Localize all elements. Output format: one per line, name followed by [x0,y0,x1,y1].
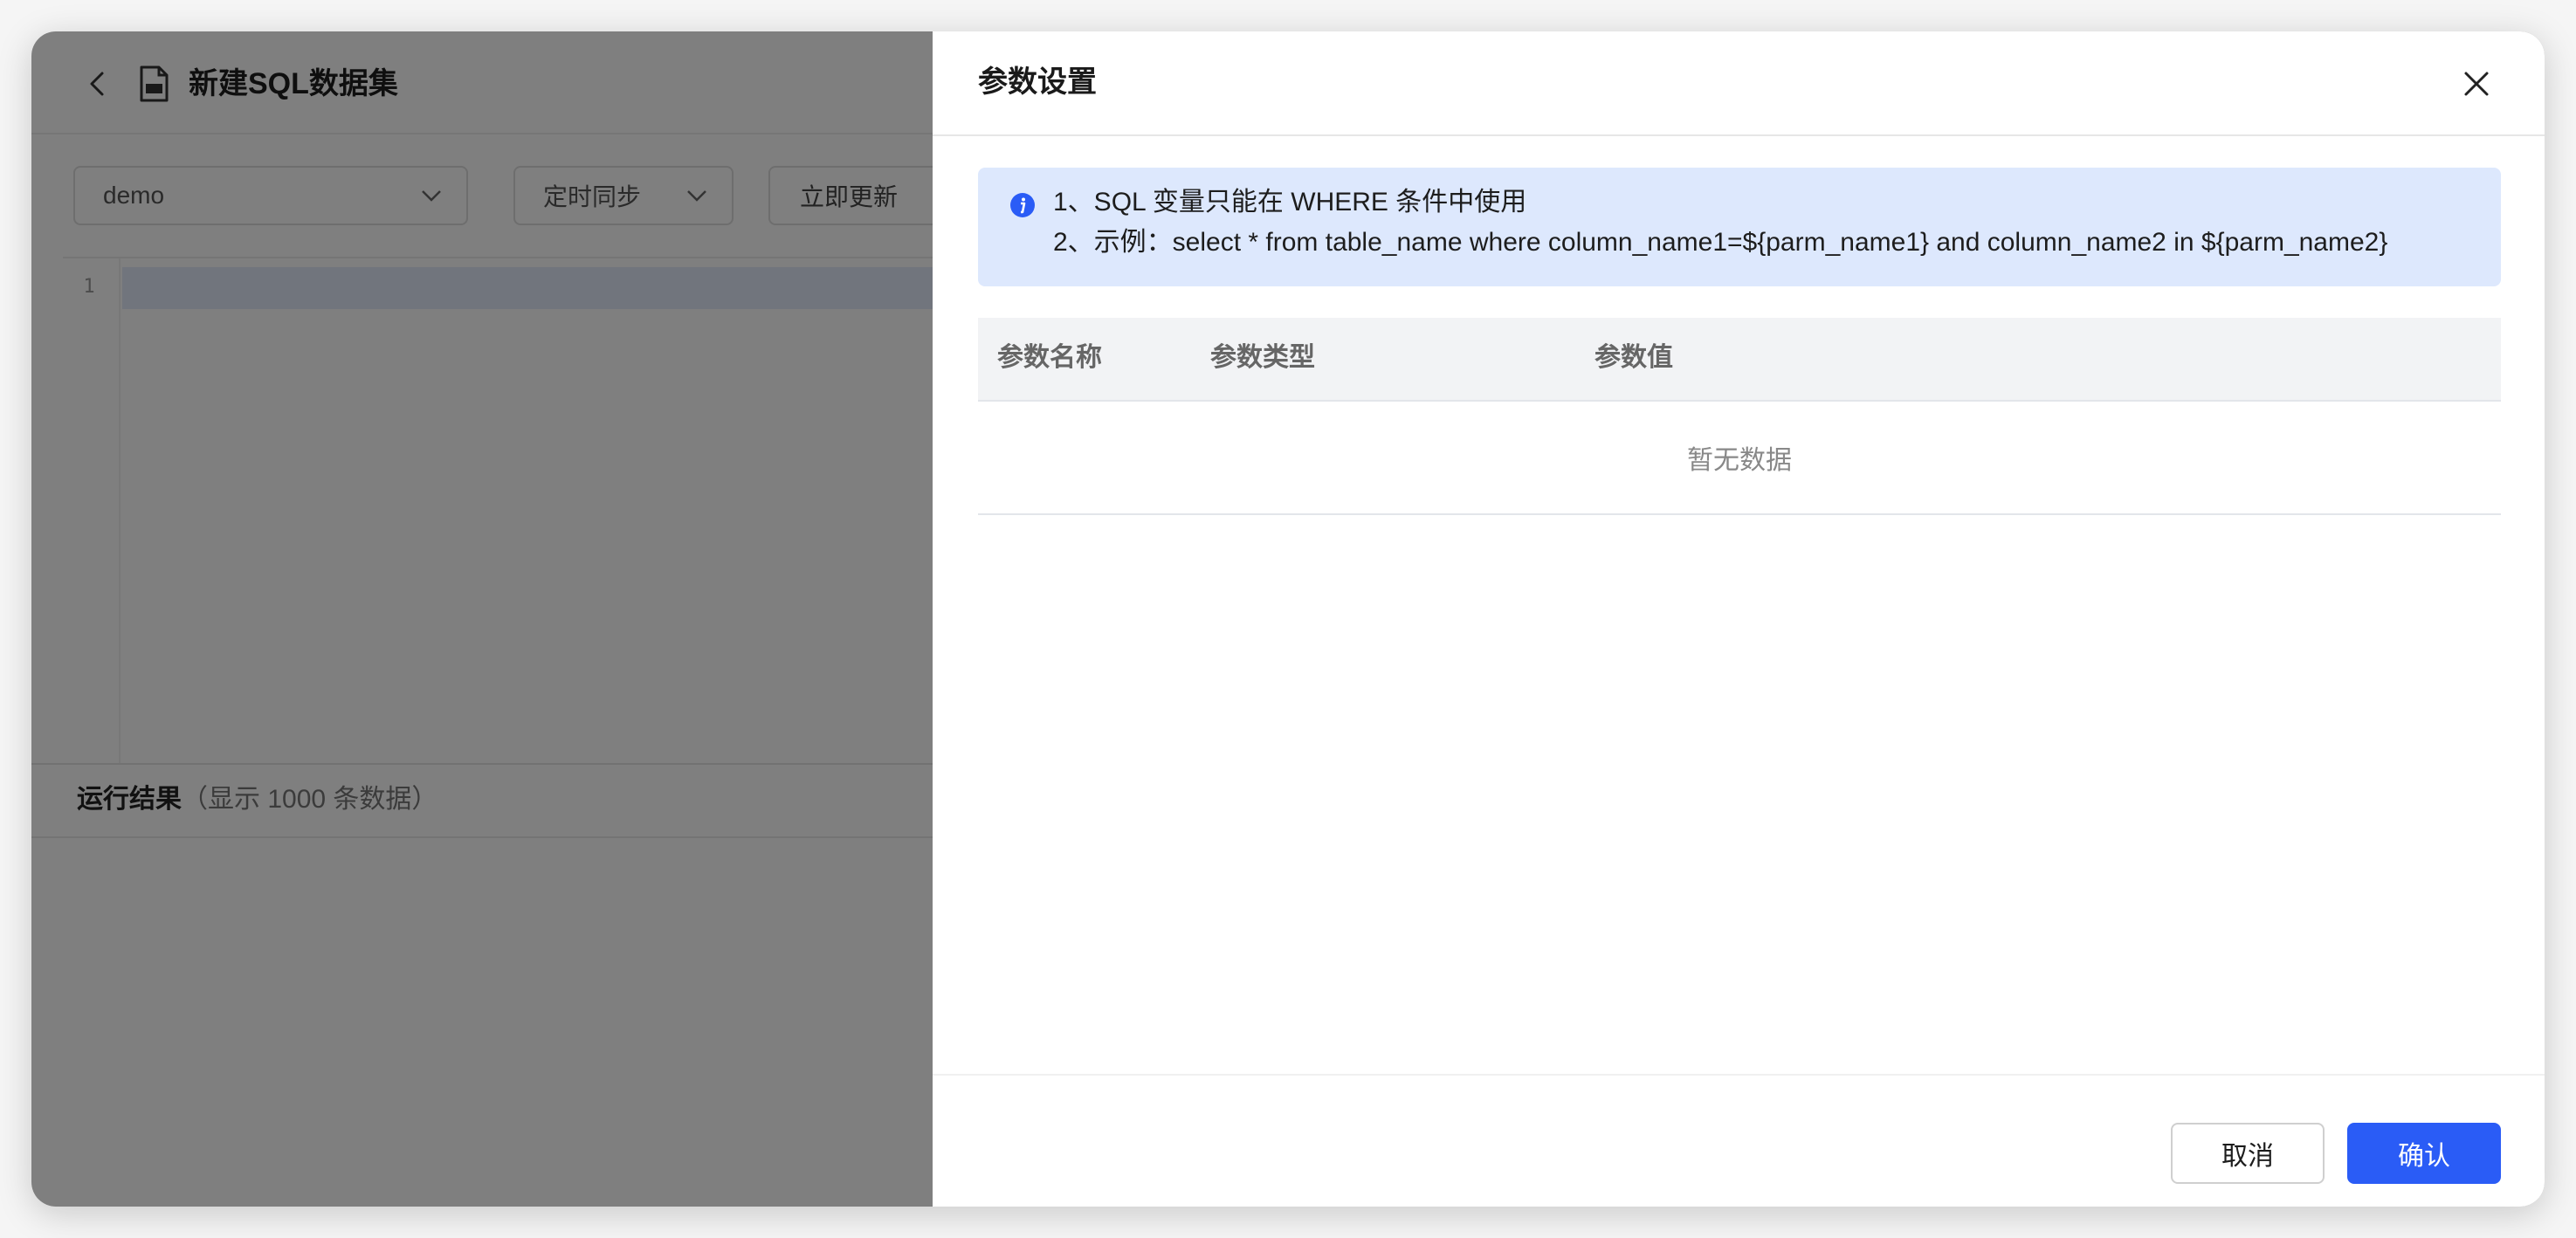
info-line-1: 1、SQL 变量只能在 WHERE 条件中使用 [1053,188,1527,217]
info-icon [1010,193,1035,217]
cancel-button[interactable]: 取消 [2171,1123,2325,1184]
drawer-title: 参数设置 [978,65,1097,99]
app-window: 新建SQL数据集 demo 定时同步 立即更新 1 运行结果（显示 1000 条… [31,31,2545,1207]
params-table: 参数名称 参数类型 参数值 暂无数据 [978,318,2501,515]
param-settings-drawer: 参数设置 1、SQL 变量只能在 WHERE 条件中使用 2、示例：select… [933,31,2545,1207]
table-empty-row: 暂无数据 [978,402,2501,515]
info-line-2: 2、示例：select * from table_name where colu… [1053,228,2388,257]
drawer-footer: 取消 确认 [933,1074,2545,1207]
column-header-param-name: 参数名称 [997,343,1102,372]
column-header-param-value: 参数值 [1595,343,1673,372]
empty-state-text: 暂无数据 [1687,446,1792,475]
drawer-header: 参数设置 [933,31,2545,136]
info-alert: 1、SQL 变量只能在 WHERE 条件中使用 2、示例：select * fr… [978,168,2501,286]
confirm-button[interactable]: 确认 [2347,1123,2501,1184]
table-header: 参数名称 参数类型 参数值 [978,318,2501,402]
close-icon[interactable] [2459,66,2494,101]
column-header-param-type: 参数类型 [1210,343,1315,372]
